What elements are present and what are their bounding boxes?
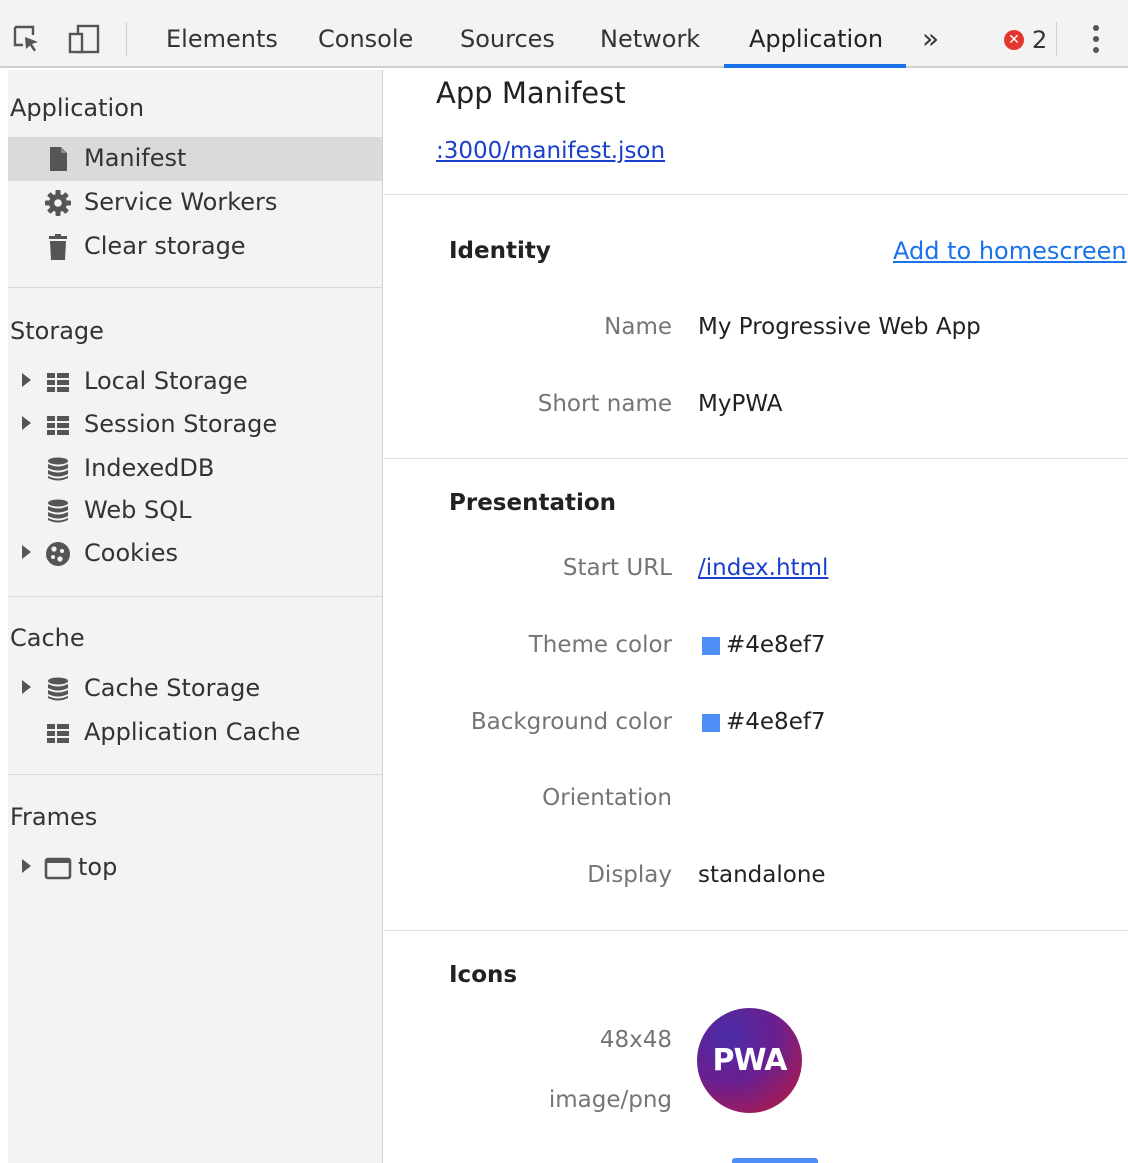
- sidebar-item-label: Clear storage: [84, 232, 246, 260]
- sidebar-item-label: Manifest: [84, 144, 187, 172]
- expand-arrow-icon[interactable]: [22, 416, 31, 430]
- sidebar-item-application-cache[interactable]: Application Cache: [8, 711, 382, 755]
- section-divider: [8, 287, 382, 288]
- display-value: standalone: [698, 862, 826, 888]
- trash-icon: [49, 234, 67, 260]
- icons-heading: Icons: [449, 962, 518, 988]
- section-title-cache: Cache: [10, 624, 85, 652]
- name-value: My Progressive Web App: [698, 314, 981, 340]
- pwa-logo-text: PWA: [712, 1043, 788, 1078]
- page-title: App Manifest: [436, 76, 626, 110]
- expand-arrow-icon[interactable]: [22, 859, 31, 873]
- short-name-label: Short name: [537, 391, 672, 417]
- frame-icon: [44, 857, 72, 880]
- toolbar-separator: [126, 22, 127, 56]
- application-sidebar: Application Manifest Service Workers Cle…: [8, 70, 383, 1163]
- grid-icon: [47, 416, 69, 435]
- tab-console[interactable]: Console: [318, 25, 413, 53]
- inspect-element-icon[interactable]: [12, 24, 42, 54]
- short-name-value: MyPWA: [698, 391, 783, 417]
- orientation-label: Orientation: [542, 785, 672, 811]
- database-icon: [48, 457, 68, 481]
- devtools-toolbar: Elements Console Sources Network Applica…: [0, 0, 1128, 68]
- background-color-label: Background color: [470, 709, 672, 735]
- sidebar-item-service-workers[interactable]: Service Workers: [8, 181, 382, 225]
- tab-application[interactable]: Application: [749, 25, 883, 53]
- start-url-label: Start URL: [562, 555, 672, 581]
- sidebar-item-label: Web SQL: [84, 496, 192, 524]
- sidebar-item-manifest[interactable]: Manifest: [8, 137, 382, 181]
- background-color-value: #4e8ef7: [726, 709, 826, 735]
- expand-arrow-icon[interactable]: [22, 373, 31, 387]
- section-divider: [384, 194, 1128, 195]
- section-divider: [8, 596, 382, 597]
- background-color-swatch: [702, 714, 720, 732]
- document-icon: [50, 147, 67, 171]
- more-tabs-icon[interactable]: »: [922, 22, 939, 55]
- sidebar-item-label: Application Cache: [84, 718, 301, 746]
- presentation-heading: Presentation: [449, 490, 617, 516]
- add-to-homescreen-link[interactable]: Add to homescreen: [893, 237, 1127, 265]
- sidebar-item-label: Session Storage: [84, 410, 278, 438]
- sidebar-item-local-storage[interactable]: Local Storage: [8, 360, 382, 404]
- section-divider: [384, 930, 1128, 931]
- sidebar-item-label: Cache Storage: [84, 674, 261, 702]
- kebab-menu-icon[interactable]: [1093, 25, 1101, 58]
- section-divider: [8, 774, 382, 775]
- theme-color-value: #4e8ef7: [726, 632, 826, 658]
- sidebar-item-label: top: [78, 853, 118, 881]
- manifest-panel: App Manifest :3000/manifest.json Identit…: [384, 70, 1128, 1163]
- sidebar-item-cache-storage[interactable]: Cache Storage: [8, 667, 382, 711]
- toolbar-separator-right: [1056, 22, 1057, 56]
- sidebar-item-clear-storage[interactable]: Clear storage: [8, 225, 382, 269]
- section-title-storage: Storage: [10, 317, 104, 345]
- expand-arrow-icon[interactable]: [22, 680, 31, 694]
- error-icon[interactable]: ✕: [1004, 30, 1024, 50]
- grid-icon: [47, 724, 69, 743]
- pwa-logo-icon: PWA: [697, 1008, 802, 1113]
- theme-color-swatch: [702, 637, 720, 655]
- database-icon: [48, 499, 68, 523]
- theme-color-label: Theme color: [528, 632, 672, 658]
- sidebar-item-frame-top[interactable]: top: [8, 846, 382, 890]
- sidebar-item-web-sql[interactable]: Web SQL: [8, 489, 382, 533]
- icon-type-label: image/png: [548, 1087, 672, 1113]
- active-tab-indicator: [724, 64, 906, 68]
- sidebar-item-session-storage[interactable]: Session Storage: [8, 403, 382, 447]
- start-url-link[interactable]: /index.html: [698, 555, 828, 581]
- section-title-application: Application: [10, 94, 145, 122]
- sidebar-item-label: Cookies: [84, 539, 178, 567]
- sidebar-item-indexeddb[interactable]: IndexedDB: [8, 447, 382, 491]
- tab-network[interactable]: Network: [600, 25, 700, 53]
- gear-icon: [45, 190, 71, 216]
- device-toolbar-icon[interactable]: [68, 24, 102, 54]
- manifest-url-link[interactable]: :3000/manifest.json: [436, 138, 665, 164]
- tab-sources[interactable]: Sources: [460, 25, 555, 53]
- icon-size-label: 48x48: [599, 1027, 672, 1053]
- sidebar-item-label: Local Storage: [84, 367, 248, 395]
- display-label: Display: [587, 862, 672, 888]
- tab-elements[interactable]: Elements: [166, 25, 278, 53]
- name-label: Name: [604, 314, 672, 340]
- error-count[interactable]: 2: [1032, 26, 1047, 54]
- section-divider: [384, 458, 1128, 459]
- sidebar-item-label: Service Workers: [84, 188, 278, 216]
- expand-arrow-icon[interactable]: [22, 545, 31, 559]
- grid-icon: [47, 373, 69, 392]
- cookie-icon: [46, 542, 70, 566]
- database-icon: [48, 677, 68, 701]
- sidebar-item-label: IndexedDB: [84, 454, 215, 482]
- section-title-frames: Frames: [10, 803, 98, 831]
- next-icon-preview: [732, 1158, 818, 1163]
- identity-heading: Identity: [449, 238, 551, 264]
- sidebar-item-cookies[interactable]: Cookies: [8, 532, 382, 576]
